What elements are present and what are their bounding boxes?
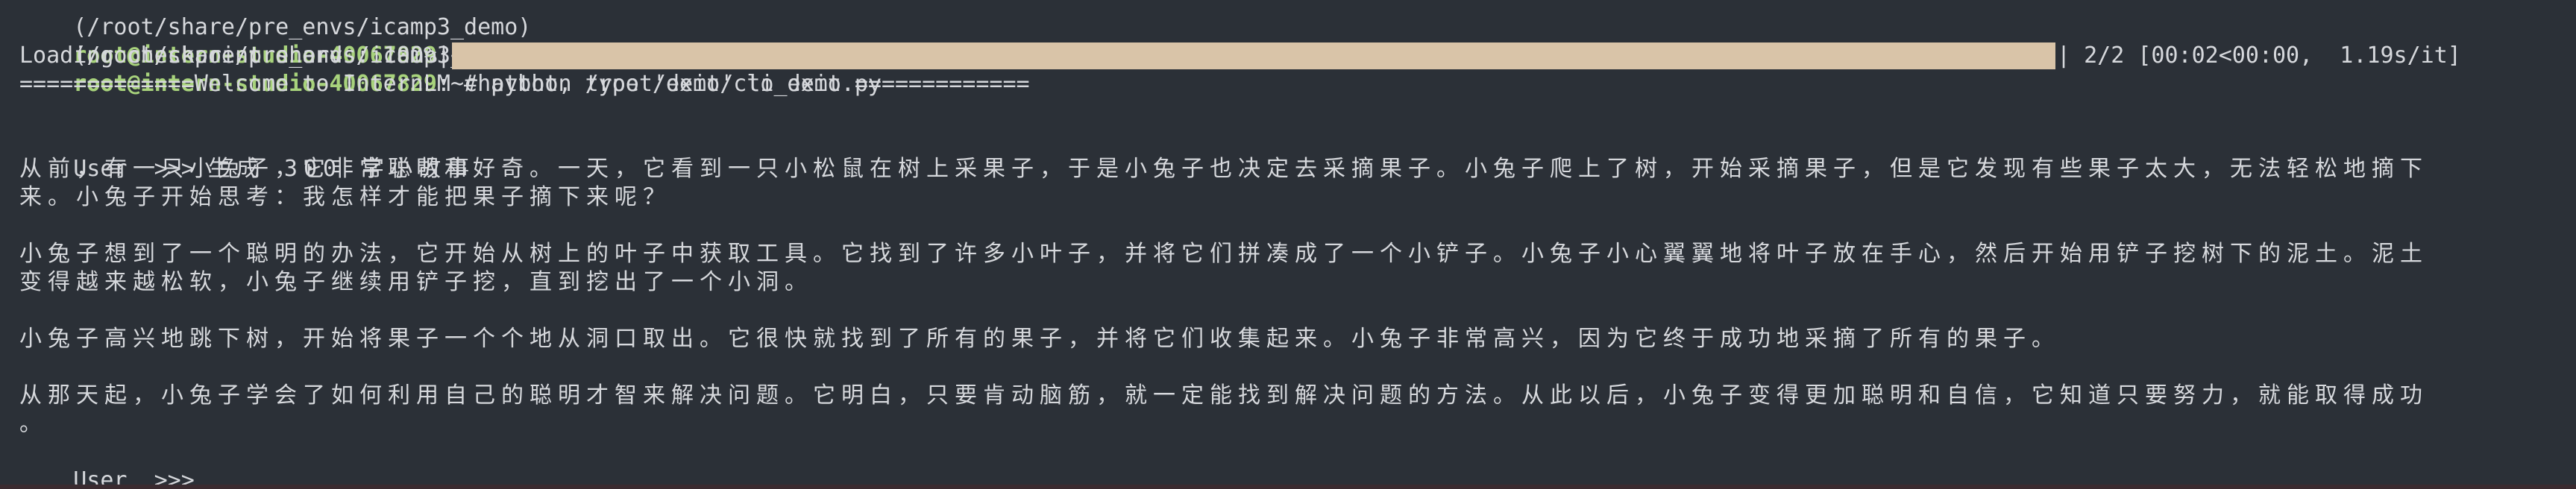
terminal-line-command: (/root/share/pre_envs/icamp3_demo) root@… — [19, 13, 2557, 97]
welcome-banner: =============Welcome to InternLM chatbot… — [19, 71, 1030, 97]
story-paragraph-2-line-2: 变得越来越松软，小兔子继续用铲子挖，直到挖出了一个小洞。 — [19, 269, 813, 295]
story-paragraph-1-line-2: 来。小兔子开始思考：我怎样才能把果子摘下来呢？ — [19, 184, 671, 210]
progress-label: Loading checkpoint shards: 100%| — [19, 42, 450, 69]
story-paragraph-4-line-1: 从那天起，小兔子学会了如何利用自己的聪明才智来解决问题。它明白，只要肯动脑筋，就… — [19, 382, 2428, 408]
user-input-line-active[interactable]: User >>> — [19, 438, 2557, 489]
story-paragraph-1-line-1: 从前，有一只小兔子，它非常聪明和好奇。一天，它看到一只小松鼠在树上采果子，于是小… — [19, 156, 2428, 182]
progress-tail: | 2/2 [00:02<00:00, 1.19s/it] — [2056, 42, 2461, 69]
story-paragraph-2-line-1: 小兔子想到了一个聪明的办法，它开始从树上的叶子中获取工具。它找到了许多小叶子，并… — [19, 241, 2428, 267]
progress-bar-fill — [451, 42, 2055, 69]
story-paragraph-4-line-2: 。 — [19, 411, 48, 437]
terminal-line-progress: Loading checkpoint shards: 100%| | 2/2 [0… — [19, 42, 2557, 70]
window-bottom-edge — [0, 485, 2576, 489]
terminal-window[interactable]: (/root/share/pre_envs/icamp3_demo) root@… — [0, 0, 2576, 489]
story-paragraph-3: 小兔子高兴地跳下树，开始将果子一个个地从洞口取出。它很快就找到了所有的果子，并将… — [19, 326, 2060, 352]
terminal-line-previous-prompt: (/root/share/pre_envs/icamp3_demo) root@… — [19, 0, 2557, 69]
user-input-line: User >>> 生成 300 字小故事 — [19, 127, 2557, 182]
